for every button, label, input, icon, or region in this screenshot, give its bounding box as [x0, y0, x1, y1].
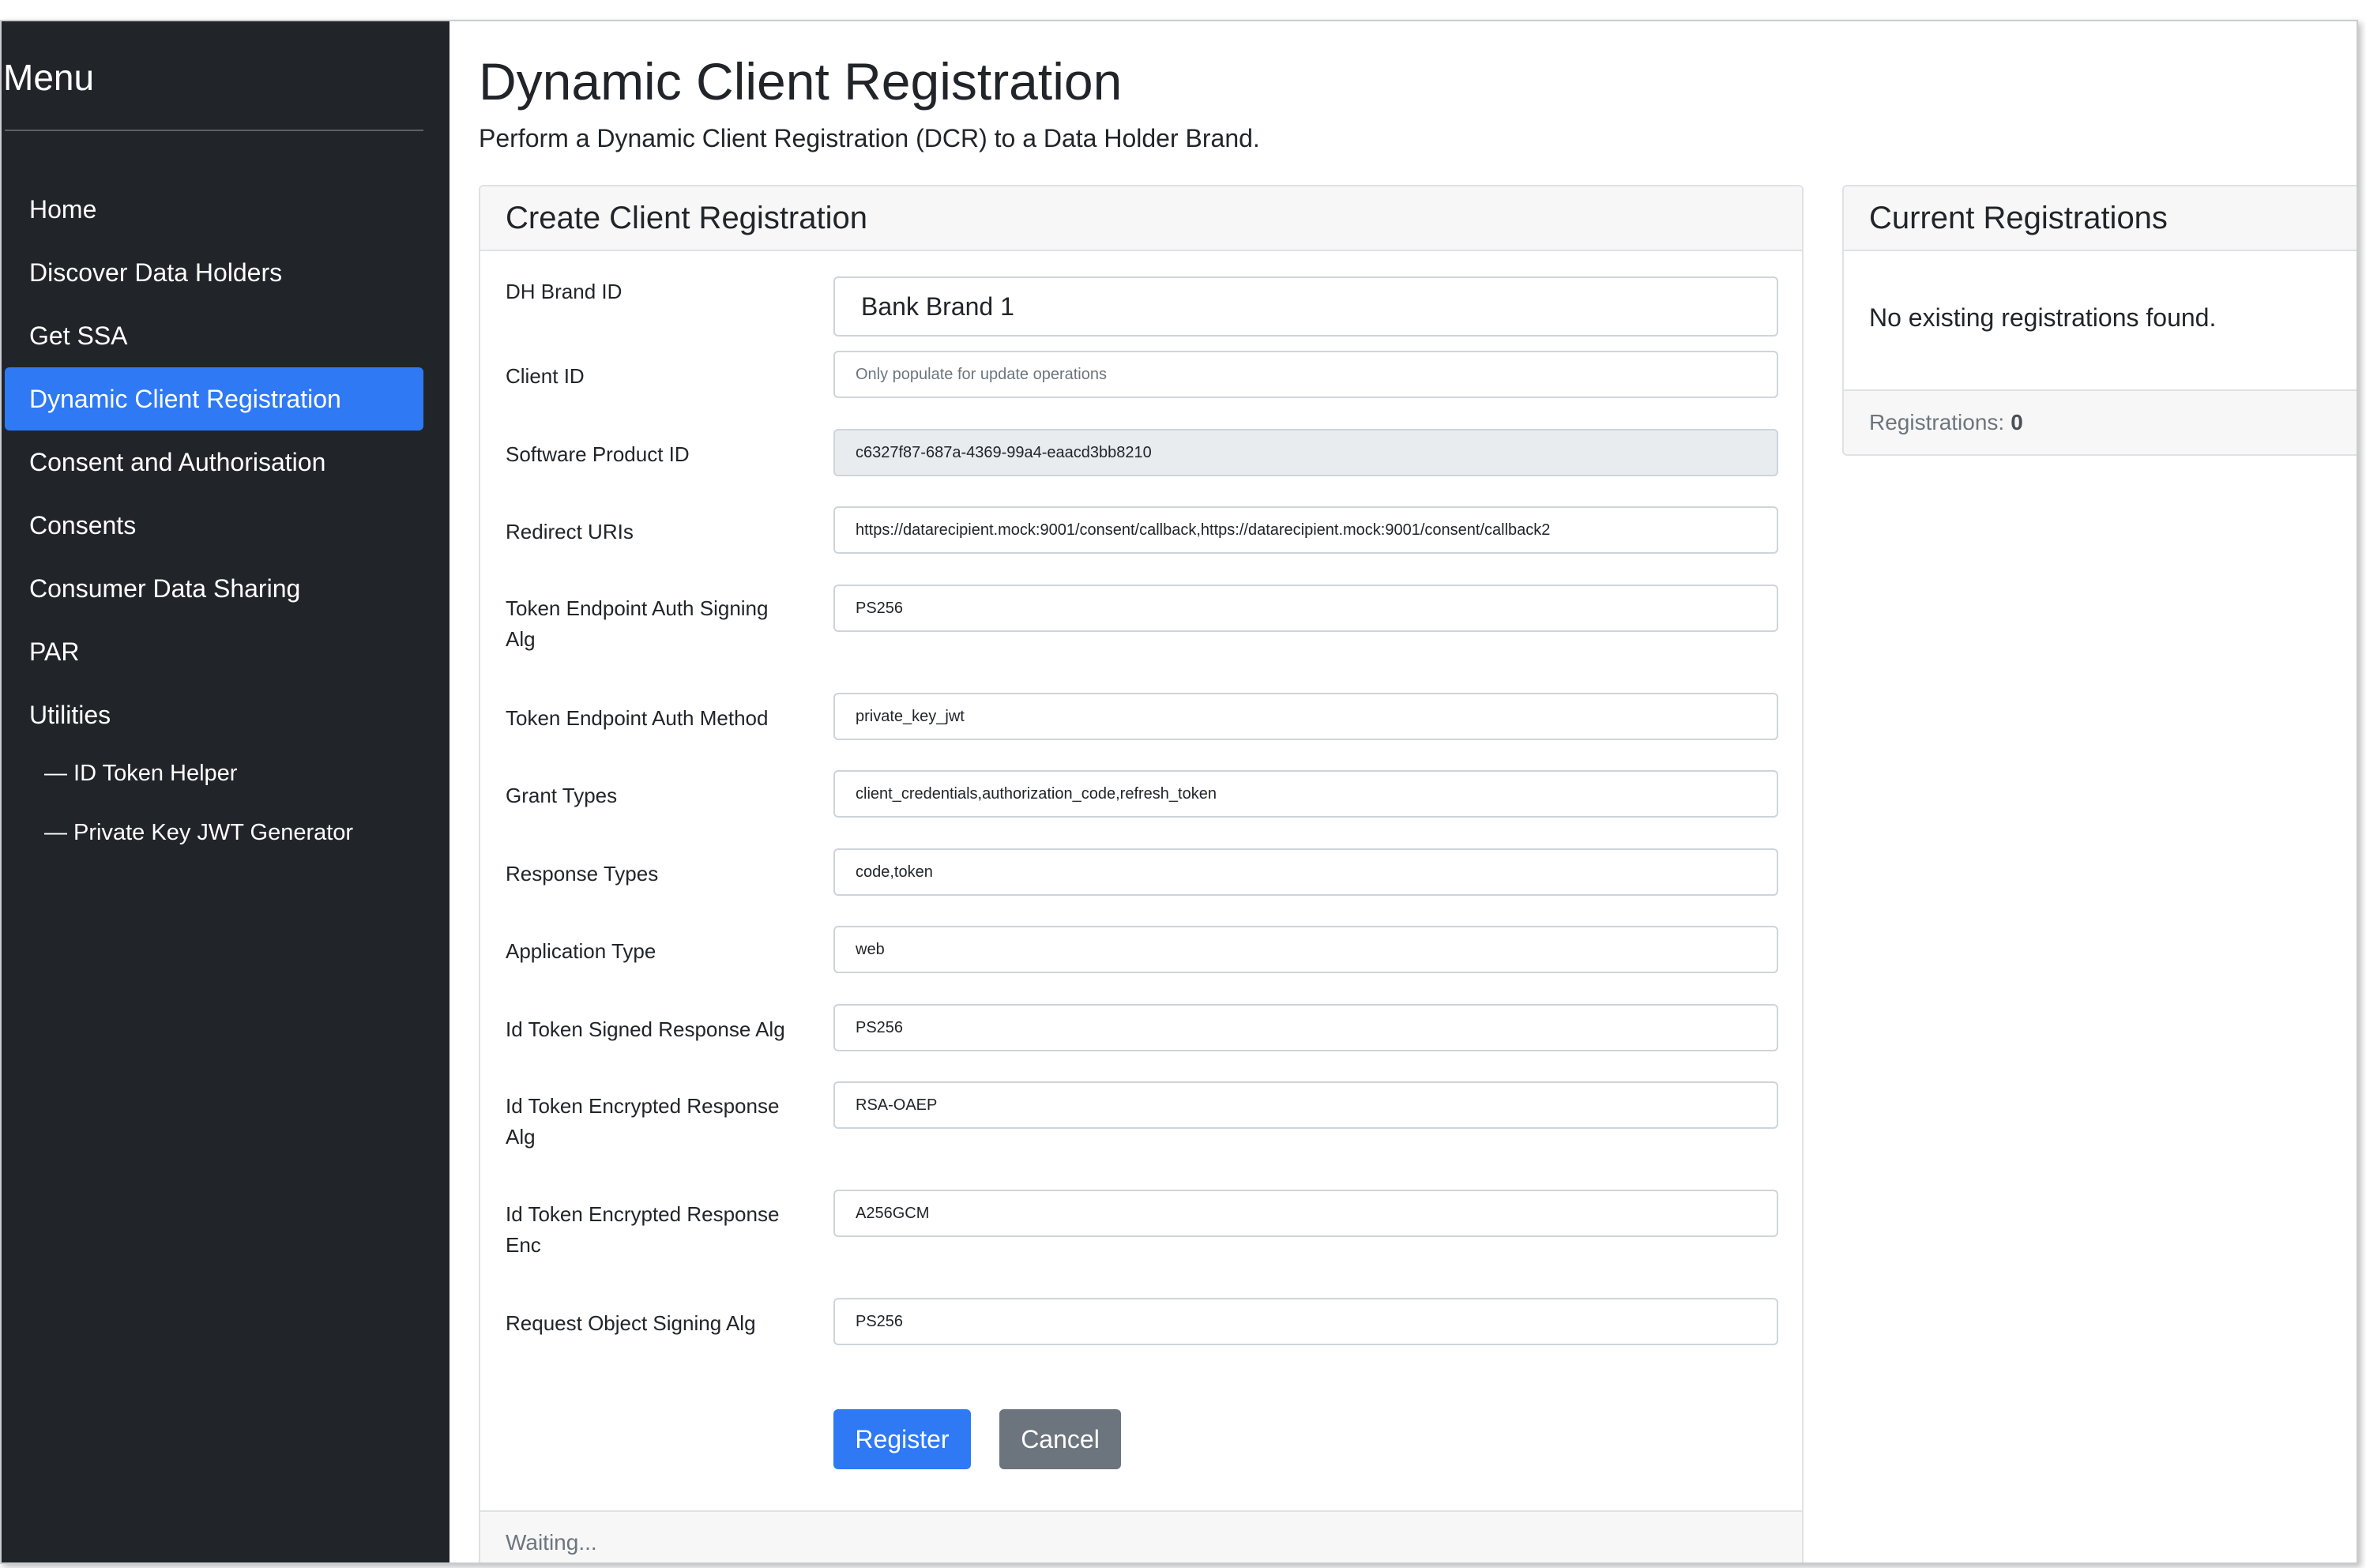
main-content: Dynamic Client Registration Perform a Dy… [450, 21, 2357, 1562]
no-registrations-message: No existing registrations found. [1869, 303, 2217, 332]
software-product-id-field [833, 429, 1778, 476]
nav-item-par[interactable]: PAR [5, 620, 423, 683]
label-request-object-signing-alg: Request Object Signing Alg [506, 1311, 756, 1335]
label-dh-brand-id: DH Brand ID [506, 280, 623, 303]
id-token-encrypted-response-enc-field[interactable] [833, 1190, 1778, 1237]
request-object-signing-alg-field[interactable] [833, 1298, 1778, 1345]
registration-status: Waiting... [480, 1510, 1802, 1562]
application-type-field[interactable] [833, 926, 1778, 973]
label-token-endpoint-auth-method: Token Endpoint Auth Method [506, 706, 769, 730]
registrations-count-label: Registrations: [1869, 410, 2005, 434]
page-description: Perform a Dynamic Client Registration (D… [479, 124, 1260, 152]
cancel-button[interactable]: Cancel [999, 1409, 1121, 1469]
label-response-types: Response Types [506, 862, 659, 886]
register-button[interactable]: Register [833, 1409, 971, 1469]
nav-item-utilities[interactable]: Utilities [5, 683, 423, 746]
label-token-endpoint-auth-signing-alg: Token Endpoint Auth Signing Alg [506, 596, 769, 651]
nav-item-consent-and-authorisation[interactable]: Consent and Authorisation [5, 431, 423, 494]
registrations-count-value: 0 [2011, 410, 2023, 434]
page-title: Dynamic Client Registration [479, 52, 1123, 111]
registrations-count: Registrations: 0 [1844, 389, 2357, 454]
nav-item-home[interactable]: Home [5, 178, 423, 241]
nav-item-consents[interactable]: Consents [5, 494, 423, 557]
id-token-encrypted-response-alg-field[interactable] [833, 1081, 1778, 1129]
nav-item-get-ssa[interactable]: Get SSA [5, 304, 423, 367]
menu-divider [5, 130, 423, 131]
label-grant-types: Grant Types [506, 784, 618, 807]
dh-brand-id-field[interactable] [833, 276, 1778, 337]
label-software-product-id: Software Product ID [506, 442, 690, 466]
token-endpoint-auth-signing-alg-field[interactable] [833, 585, 1778, 632]
current-registrations-card: Current Registrations No existing regist… [1842, 185, 2357, 456]
create-registration-header: Create Client Registration [480, 186, 1802, 251]
app-window: Menu Home Discover Data Holders Get SSA … [0, 20, 2358, 1564]
nav-item-dynamic-client-registration[interactable]: Dynamic Client Registration [5, 367, 423, 431]
redirect-uris-field[interactable] [833, 506, 1778, 554]
sidebar: Menu Home Discover Data Holders Get SSA … [2, 21, 450, 1562]
current-registrations-header: Current Registrations [1844, 186, 2357, 251]
id-token-signed-response-alg-field[interactable] [833, 1004, 1778, 1051]
label-id-token-signed-response-alg: Id Token Signed Response Alg [506, 1017, 785, 1041]
label-application-type: Application Type [506, 939, 656, 963]
nav-subitem-private-key-jwt-generator[interactable]: — Private Key JWT Generator [44, 820, 353, 846]
nav-item-discover-data-holders[interactable]: Discover Data Holders [5, 241, 423, 304]
grant-types-field[interactable] [833, 770, 1778, 818]
create-registration-card: Create Client Registration DH Brand ID C… [479, 185, 1804, 1562]
label-id-token-encrypted-response-alg: Id Token Encrypted Response Alg [506, 1094, 780, 1149]
client-id-field[interactable] [833, 351, 1778, 398]
token-endpoint-auth-method-field[interactable] [833, 693, 1778, 740]
label-id-token-encrypted-response-enc: Id Token Encrypted Response Enc [506, 1202, 780, 1257]
label-redirect-uris: Redirect URIs [506, 520, 634, 543]
response-types-field[interactable] [833, 848, 1778, 896]
nav-subitem-id-token-helper[interactable]: — ID Token Helper [44, 761, 237, 787]
nav-item-consumer-data-sharing[interactable]: Consumer Data Sharing [5, 557, 423, 620]
label-client-id: Client ID [506, 364, 585, 388]
menu-title: Menu [3, 57, 95, 98]
